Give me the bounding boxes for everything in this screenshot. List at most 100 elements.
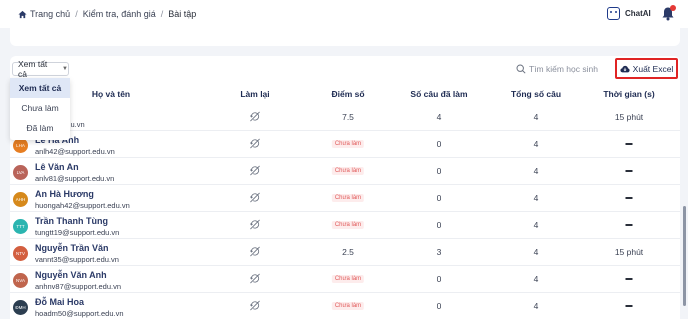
retake-icon[interactable]: [250, 273, 261, 284]
search-placeholder: Tìm kiếm học sinh: [529, 64, 598, 74]
dash-icon: [625, 197, 633, 199]
table-row[interactable]: LVA Lê Văn An anlv81@support.edu.vn Chưa là…: [10, 158, 680, 185]
filter-option-done[interactable]: Đã làm: [10, 118, 70, 138]
status-badge: Chưa làm: [331, 302, 365, 310]
breadcrumb-home[interactable]: Trang chủ: [30, 9, 70, 19]
status-badge: Chưa làm: [331, 221, 365, 229]
done-count: 0: [436, 274, 442, 284]
avatar: AHH: [13, 192, 28, 207]
time-value: 15 phút: [614, 247, 644, 257]
retake-icon[interactable]: [250, 138, 261, 149]
table-row[interactable]: NVA Nguyễn Văn Anh anhnv87@support.edu.vn C…: [10, 266, 680, 293]
score-value: 2.5: [342, 247, 354, 257]
avatar-initials: LHA: [16, 143, 25, 148]
chatai-label: ChatAI: [625, 9, 651, 18]
col-time[interactable]: Thời gian (s): [603, 89, 654, 99]
total-count: 4: [533, 274, 539, 284]
total-count: 4: [533, 193, 539, 203]
status-badge: Chưa làm: [331, 194, 365, 202]
student-name[interactable]: Nguyễn Văn Anh: [35, 270, 107, 280]
done-count: 4: [436, 112, 442, 122]
filter-selected: Xem tất cả: [18, 59, 48, 79]
table-body: NVAAnsupport.edu.vn7.54415 phútLHALê Hà …: [10, 104, 680, 319]
cloud-download-icon: [620, 65, 630, 72]
breadcrumb: Trang chủ / Kiểm tra, đánh giá / Bài tập: [18, 9, 196, 19]
dash-icon: [625, 143, 633, 145]
avatar: LVA: [13, 165, 28, 180]
student-name[interactable]: Lê Văn An: [35, 162, 79, 172]
notification-dot: [670, 5, 676, 11]
col-score[interactable]: Điểm số: [331, 89, 364, 99]
col-done[interactable]: Số câu đã làm: [410, 89, 467, 99]
done-count: 0: [436, 139, 442, 149]
dash-icon: [625, 224, 633, 226]
done-count: 0: [436, 220, 442, 230]
home-icon: [18, 10, 27, 18]
filter-dropdown[interactable]: Xem tất cả ▼: [12, 59, 69, 79]
top-bar: Trang chủ / Kiểm tra, đánh giá / Bài tập…: [0, 0, 688, 28]
filter-menu: Xem tất cả Chưa làm Đã làm: [10, 78, 70, 140]
status-badge: Chưa làm: [331, 167, 365, 175]
status-badge: Chưa làm: [331, 275, 365, 283]
avatar-initials: TTT: [16, 224, 25, 229]
retake-icon[interactable]: [250, 246, 261, 257]
dash-icon: [625, 305, 633, 307]
filter-option-all[interactable]: Xem tất cả: [10, 78, 70, 98]
total-count: 4: [533, 139, 539, 149]
student-name[interactable]: An Hà Hương: [35, 189, 94, 199]
avatar-initials: AHH: [15, 197, 26, 202]
filter-option-not-done[interactable]: Chưa làm: [10, 98, 70, 118]
total-count: 4: [533, 247, 539, 257]
avatar: NTV: [13, 246, 28, 261]
table-row[interactable]: LHA Lê Hà Anh anlh42@support.edu.vn Chưa là…: [10, 131, 680, 158]
table-row[interactable]: TTT Trần Thanh Tùng tungtt19@support.edu.v…: [10, 212, 680, 239]
student-name[interactable]: Trần Thanh Tùng: [35, 216, 108, 226]
done-count: 0: [436, 301, 442, 311]
retake-icon[interactable]: [250, 192, 261, 203]
avatar-initials: LVA: [16, 170, 25, 175]
avatar: TTT: [13, 219, 28, 234]
chatai-button[interactable]: ChatAI: [607, 7, 651, 20]
student-name[interactable]: Đỗ Mai Hoa: [35, 297, 84, 307]
breadcrumb-separator: /: [160, 9, 164, 19]
total-count: 4: [533, 166, 539, 176]
export-label: Xuất Excel: [632, 63, 674, 74]
table-row[interactable]: NVAAnsupport.edu.vn7.54415 phút: [10, 104, 680, 131]
notification-button[interactable]: [661, 5, 676, 21]
done-count: 0: [436, 166, 442, 176]
student-email: hoadm50@support.edu.vn: [35, 309, 124, 318]
student-name[interactable]: Nguyễn Trần Văn: [35, 243, 109, 253]
breadcrumb-section[interactable]: Kiểm tra, đánh giá: [83, 9, 156, 19]
dash-icon: [625, 170, 633, 172]
total-count: 4: [533, 220, 539, 230]
col-name[interactable]: Họ và tên: [92, 89, 130, 99]
col-retake: Làm lại: [240, 89, 270, 99]
search-input[interactable]: Tìm kiếm học sinh: [516, 62, 608, 76]
table-row[interactable]: AHH An Hà Hương huongah42@support.edu.vn Ch…: [10, 185, 680, 212]
avatar-initials: NVA: [16, 278, 25, 283]
header-card: [10, 28, 680, 46]
retake-icon[interactable]: [250, 165, 261, 176]
student-email: anhnv87@support.edu.vn: [35, 282, 122, 291]
status-badge: Chưa làm: [331, 140, 365, 148]
retake-icon[interactable]: [250, 111, 261, 122]
export-excel-button[interactable]: Xuất Excel: [615, 58, 678, 79]
table-row[interactable]: ĐMH Đỗ Mai Hoa hoadm50@support.edu.vn Chưa …: [10, 293, 680, 319]
retake-icon[interactable]: [250, 219, 261, 230]
student-email: anlh42@support.edu.vn: [35, 147, 115, 156]
col-total[interactable]: Tổng số câu: [511, 89, 561, 99]
chevron-down-icon: ▼: [62, 66, 68, 72]
done-count: 3: [436, 247, 442, 257]
avatar: ĐMH: [13, 300, 28, 315]
table-header: Họ và tên Làm lại Điểm số Số câu đã làm …: [10, 86, 680, 104]
table-row[interactable]: NTV Nguyễn Trần Văn vannt35@support.edu.vn…: [10, 239, 680, 266]
robot-icon: [607, 7, 620, 20]
breadcrumb-current: Bài tập: [168, 9, 197, 19]
breadcrumb-separator: /: [75, 9, 78, 19]
scrollbar[interactable]: [683, 206, 686, 306]
avatar: LHA: [13, 138, 28, 153]
dash-icon: [625, 278, 633, 280]
retake-icon[interactable]: [250, 300, 261, 311]
done-count: 0: [436, 193, 442, 203]
student-email: anlv81@support.edu.vn: [35, 174, 115, 183]
